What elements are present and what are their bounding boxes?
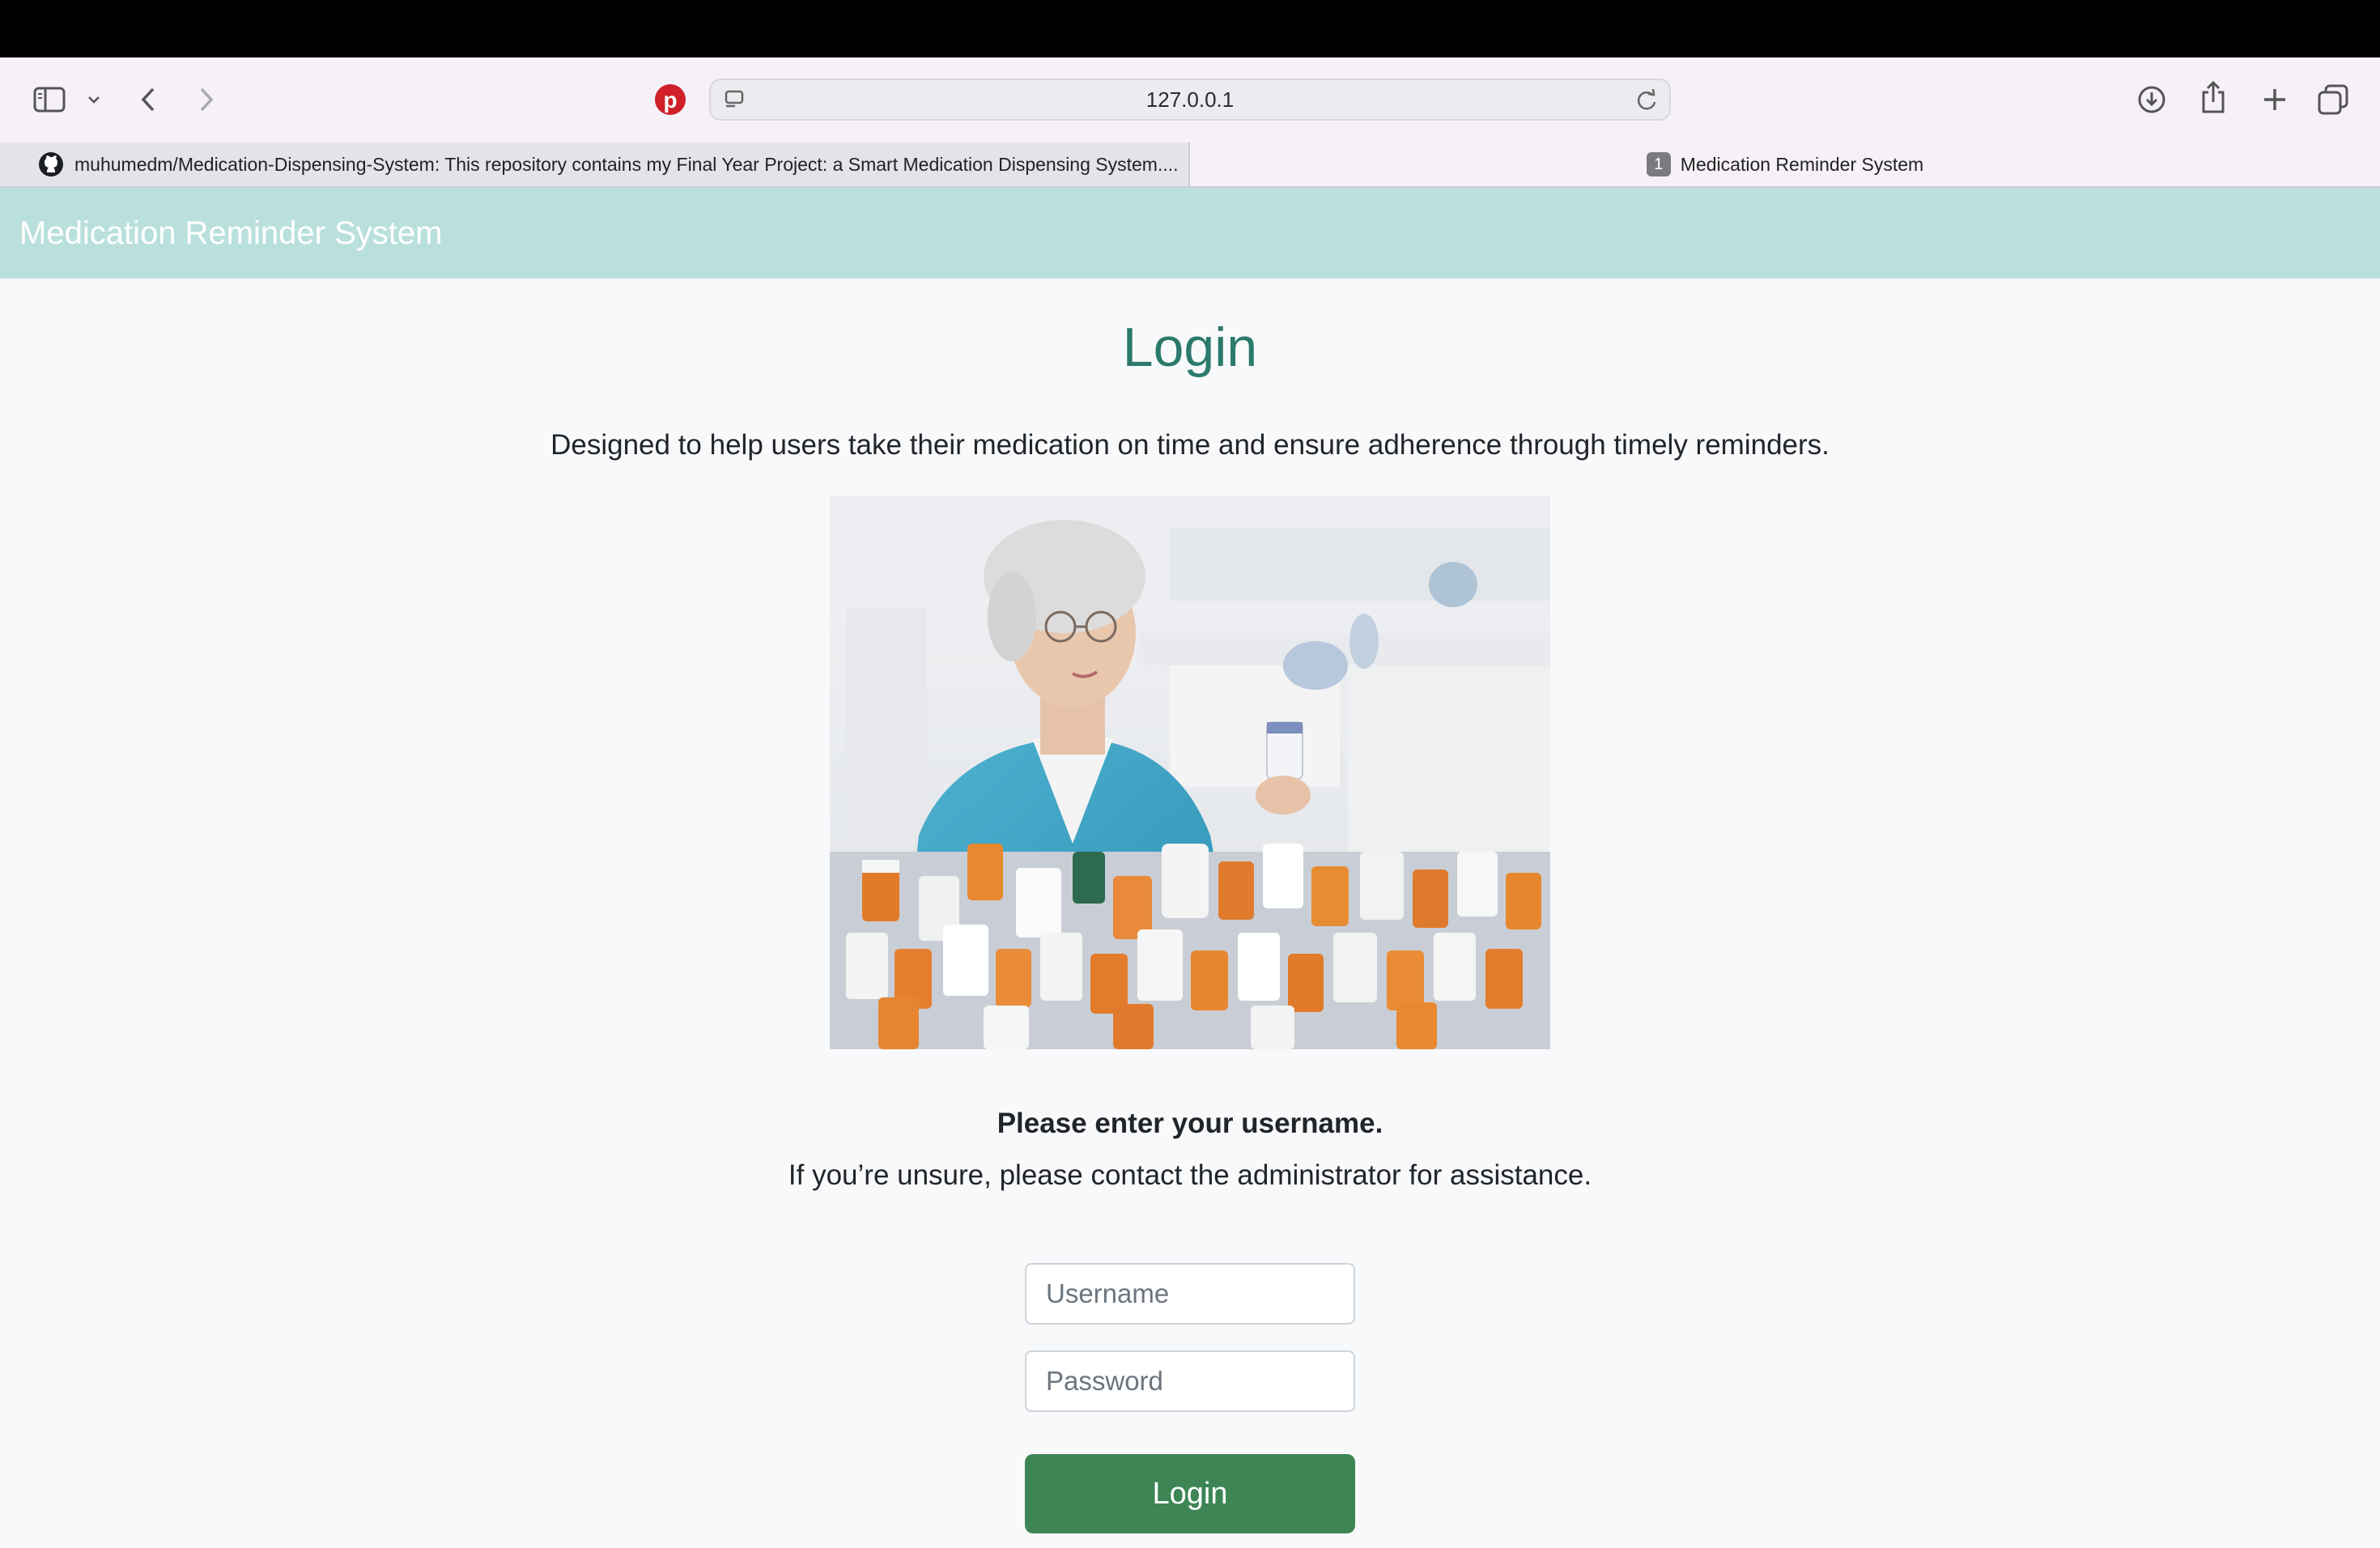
page-description: Designed to help users take their medica…: [550, 429, 1830, 461]
app-navbar: Medication Reminder System: [0, 188, 2380, 279]
tab-medication-reminder[interactable]: 1 Medication Reminder System: [1190, 142, 2380, 186]
username-input[interactable]: [1025, 1263, 1355, 1325]
login-button[interactable]: Login: [1025, 1454, 1355, 1533]
tab-label: Medication Reminder System: [1680, 153, 1924, 175]
tab-overview-icon[interactable]: [2315, 82, 2351, 117]
tab-number-badge: 1: [1646, 152, 1671, 176]
app-brand-link[interactable]: Medication Reminder System: [19, 188, 442, 279]
page-title: Login: [1122, 317, 1258, 378]
back-icon[interactable]: [134, 82, 162, 117]
github-icon: [37, 151, 65, 178]
tab-bar: muhumedm/Medication-Dispensing-System: T…: [0, 142, 2380, 188]
system-menu-bar: [0, 0, 2380, 57]
downloads-icon[interactable]: [2134, 82, 2170, 117]
address-bar[interactable]: 127.0.0.1: [709, 79, 1671, 121]
reload-icon[interactable]: [1634, 87, 1660, 113]
svg-text:p: p: [663, 87, 677, 113]
login-prompt: Please enter your username.: [997, 1108, 1383, 1139]
password-input[interactable]: [1025, 1350, 1355, 1412]
url-text: 127.0.0.1: [1145, 87, 1235, 112]
new-tab-icon[interactable]: [2257, 82, 2293, 117]
pinterest-icon[interactable]: p: [652, 82, 688, 117]
tab-label: muhumedm/Medication-Dispensing-System: T…: [74, 153, 1179, 175]
hero-image: [830, 495, 1550, 1049]
share-icon[interactable]: [2195, 79, 2231, 117]
login-help-text: If you’re unsure, please contact the adm…: [788, 1159, 1592, 1191]
forward-icon[interactable]: [193, 82, 220, 117]
sidebar-toggle-icon[interactable]: [31, 83, 68, 116]
chevron-down-icon[interactable]: [84, 88, 104, 111]
tab-github[interactable]: muhumedm/Medication-Dispensing-System: T…: [0, 142, 1190, 186]
